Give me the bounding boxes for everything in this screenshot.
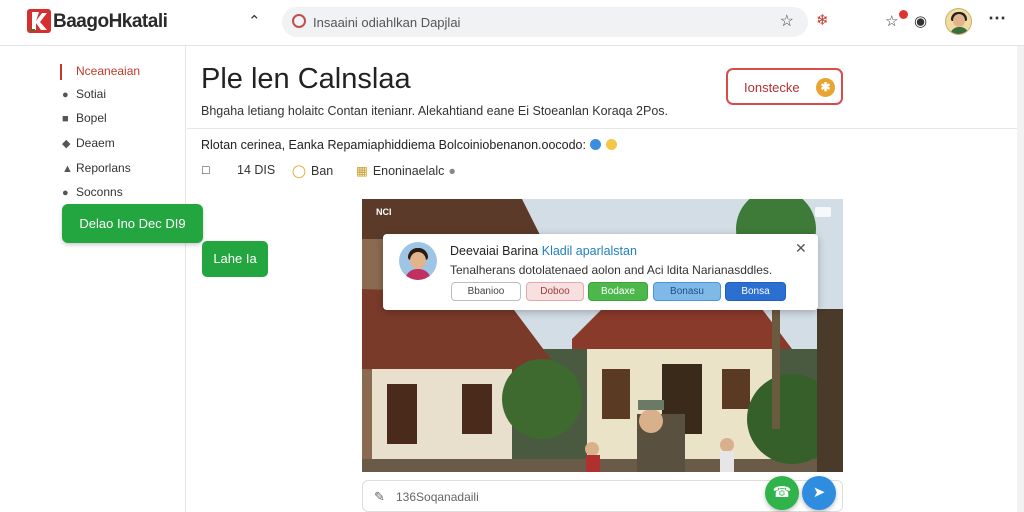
twitter-icon[interactable]: ➤ <box>802 476 836 510</box>
chevron-up-icon[interactable]: ⌃ <box>248 12 261 30</box>
notification-badge <box>899 10 908 19</box>
sidebar-item-deaem[interactable]: ◆ Deaem <box>62 136 115 154</box>
scrollbar[interactable] <box>1017 46 1024 512</box>
meta-comment-label: Ban <box>311 164 334 178</box>
share-icon[interactable]: □ <box>202 163 210 177</box>
popup-button-1[interactable]: Bbanioo <box>451 282 521 301</box>
folder-icon: ▦ <box>356 164 368 178</box>
comment-input[interactable]: 136Soqanadaili <box>396 490 479 504</box>
sidebar-item-label: Bopel <box>76 111 107 125</box>
popup-name: Deevaiai Barina Kladil aparlalstan <box>450 244 637 258</box>
popup-button-4[interactable]: Bonasu <box>653 282 721 301</box>
profile-popup: Deevaiai Barina Kladil aparlalstan Tenal… <box>383 234 818 310</box>
comment-meta[interactable]: ◯ Ban <box>292 163 333 178</box>
sidebar-item-reports[interactable]: ▲ Reporlans <box>62 161 131 179</box>
close-icon[interactable]: ✕ <box>795 240 807 257</box>
avatar-body <box>405 269 431 280</box>
sidebar: Nceaneaian ● Sotiai ■ Bopel ◆ Deaem ▲ Reporl… <box>0 46 186 512</box>
popup-button-2[interactable]: Doboo <box>526 282 584 301</box>
info-icon: ● <box>448 164 456 178</box>
search-input[interactable]: Insaaini odiahlkan Dapjlai <box>313 15 460 30</box>
popup-name-text: Deevaiai Barina <box>450 244 539 258</box>
active-indicator <box>60 64 62 80</box>
photo-tag: NCI <box>376 207 392 217</box>
sidebar-item-home[interactable]: Nceaneaian <box>60 64 141 82</box>
search-bar[interactable]: Insaaini odiahlkan Dapjlai ☆ <box>282 7 808 37</box>
logo-icon[interactable] <box>27 9 51 33</box>
top-bar: BaagoHkatali ⌃ Insaaini odiahlkan Dapjla… <box>0 0 1024 46</box>
folder-meta[interactable]: ▦ Enoninaelalc ● <box>356 163 461 178</box>
star-icon[interactable]: ☆ <box>780 11 794 31</box>
square-icon: ■ <box>62 113 69 125</box>
sidebar-item-sessions[interactable]: ● Soconns <box>62 185 123 203</box>
avatar-face <box>410 252 426 269</box>
emoji-icon <box>606 139 617 150</box>
tag-icon: ◆ <box>62 138 71 150</box>
verified-icon <box>590 139 601 150</box>
people-icon: ● <box>62 187 69 199</box>
primary-button[interactable]: Delao Ino Dec DI9 <box>62 204 203 243</box>
settings-icon[interactable]: ◉ <box>914 12 927 30</box>
extension-icon[interactable]: ❄ <box>816 11 829 29</box>
whatsapp-icon[interactable]: ☎ <box>765 476 799 510</box>
more-icon[interactable]: ⋯ <box>988 8 1006 29</box>
popup-button-5[interactable]: Bonsa <box>725 282 786 301</box>
avatar-body <box>950 27 969 34</box>
sidebar-item-label: Soconns <box>76 185 123 199</box>
edit-icon: ✎ <box>374 489 385 504</box>
avatar[interactable] <box>945 8 972 35</box>
coin-icon: ✱ <box>816 78 835 97</box>
popup-message: Tenalherans dotolatenaed aolon and Aci l… <box>450 263 773 277</box>
action-button-label: Ionstecke <box>744 80 800 95</box>
description-text: Rlotan cerinea, Eanka Repamiaphiddiema B… <box>201 138 586 152</box>
meta-folder-label: Enoninaelalc <box>372 164 445 178</box>
user-icon: ● <box>62 89 69 101</box>
sidebar-item-label: Reporlans <box>76 161 131 175</box>
popup-avatar[interactable] <box>399 242 437 280</box>
photo-badge <box>815 207 831 217</box>
popup-name-link[interactable]: Kladil aparlalstan <box>542 244 637 258</box>
meta-date: 14 DIS <box>237 163 276 177</box>
brand-name[interactable]: BaagoHkatali <box>53 11 168 33</box>
secondary-button[interactable]: Lahe Ia <box>202 241 268 277</box>
post-description: Rlotan cerinea, Eanka Repamiaphiddiema B… <box>201 138 617 152</box>
comment-icon: ◯ <box>292 164 306 178</box>
sidebar-item-label: Nceaneaian <box>76 64 141 78</box>
sidebar-item-social[interactable]: ● Sotiai <box>62 87 106 105</box>
avatar-face <box>953 14 965 27</box>
notification-icon[interactable]: ☆ <box>885 12 898 30</box>
page-title: Ple len Calnslaa <box>201 63 411 95</box>
sidebar-item-label: Deaem <box>76 136 115 150</box>
search-icon <box>292 14 306 28</box>
home-icon: ▲ <box>62 163 73 175</box>
action-button[interactable]: Ionstecke ✱ <box>726 68 843 105</box>
sidebar-item-label: Sotiai <box>76 87 107 101</box>
sidebar-item-model[interactable]: ■ Bopel <box>62 111 107 129</box>
popup-button-3[interactable]: Bodaxe <box>588 282 648 301</box>
page-subtitle: Bhgaha letiang holaitc Contan itenianr. … <box>201 104 669 118</box>
divider <box>187 128 1017 129</box>
